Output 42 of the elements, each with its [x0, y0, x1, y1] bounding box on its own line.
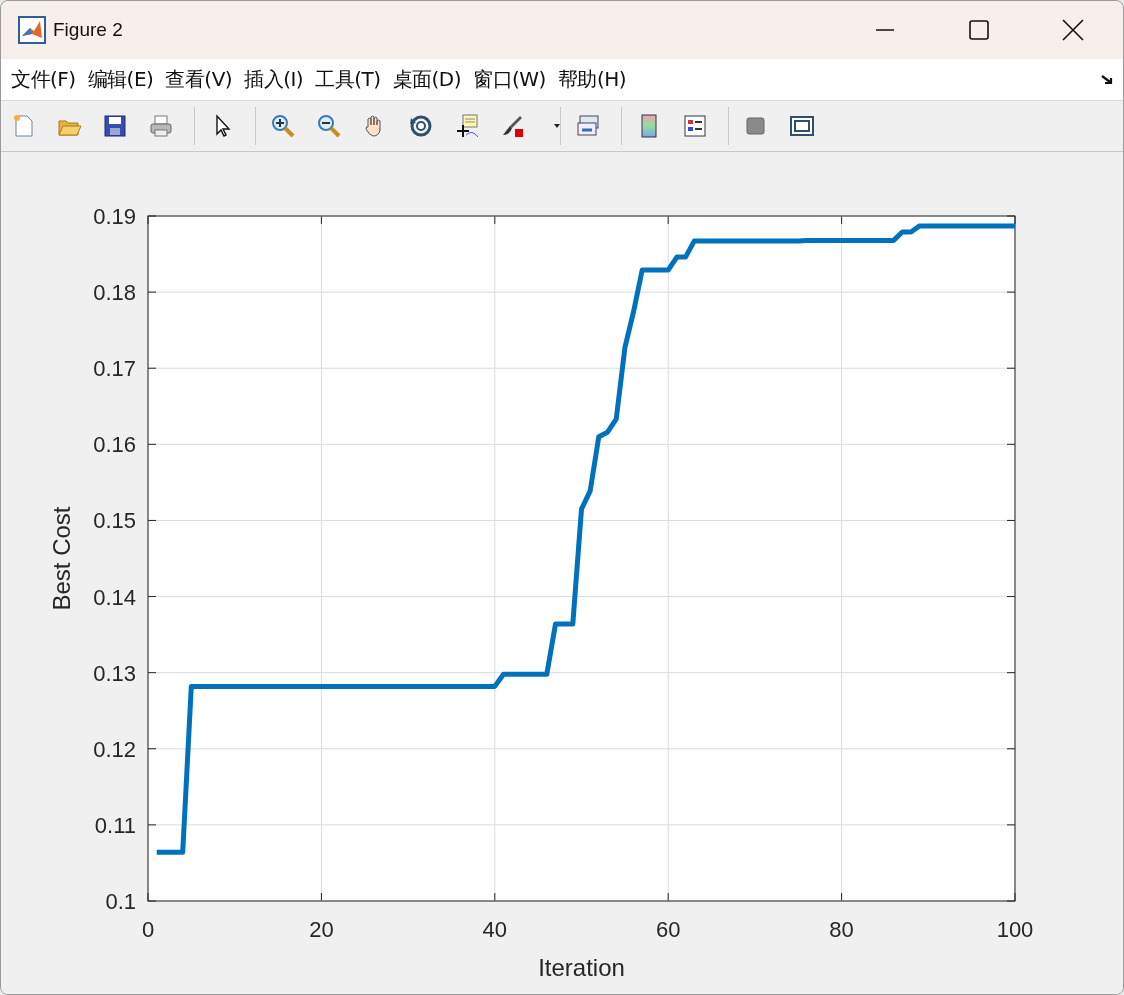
x-tick-label: 80 [829, 917, 854, 942]
menu-item[interactable]: 工具(T) [309, 66, 387, 93]
y-tick-label: 0.16 [93, 432, 136, 458]
save-icon[interactable] [102, 113, 128, 139]
y-tick-label: 0.18 [93, 280, 136, 306]
menu-item[interactable]: 桌面(D) [386, 66, 467, 93]
window-title: Figure 2 [53, 19, 124, 41]
menu-item[interactable]: 插入(I) [238, 66, 310, 93]
data-cursor-icon[interactable] [454, 113, 480, 139]
y-tick-label: 0.19 [93, 204, 136, 229]
window-icon[interactable] [789, 113, 815, 139]
y-tick-label: 0.12 [93, 736, 136, 762]
minimize-icon [875, 29, 895, 31]
link-icon[interactable] [575, 113, 601, 139]
y-tick-label: 0.1 [105, 889, 136, 914]
menu-item[interactable]: 帮助(H) [551, 66, 633, 93]
rotate-icon[interactable] [408, 113, 434, 139]
app-logo-icon [18, 16, 46, 44]
menu-item[interactable]: 编辑(E) [81, 66, 160, 93]
print-icon[interactable] [148, 113, 174, 139]
y-tick-label: 0.17 [93, 356, 136, 382]
menu-item[interactable]: 查看(V) [159, 66, 239, 93]
x-tick-label: 0 [141, 917, 155, 942]
x-tick-label: 40 [482, 917, 508, 942]
zoom-out-icon[interactable] [316, 113, 342, 139]
x-tick-label: 20 [309, 917, 334, 942]
y-tick-label: 0.15 [93, 508, 136, 534]
legend-icon[interactable] [682, 113, 708, 139]
y-axis-label: Best Cost [48, 506, 75, 611]
x-tick-label: 60 [655, 917, 681, 942]
y-tick-label: 0.11 [94, 812, 136, 838]
menu-item[interactable]: 窗口(W) [467, 66, 552, 93]
y-tick-label: 0.14 [93, 584, 136, 610]
brush-icon[interactable] [500, 113, 526, 139]
x-axis-label: Iteration [538, 954, 625, 981]
x-tick-label: 100 [996, 917, 1034, 942]
maximize-icon [969, 20, 989, 40]
dock-arrow-icon[interactable] [1101, 73, 1115, 86]
close-icon [1062, 19, 1084, 41]
zoom-in-icon[interactable] [270, 113, 296, 139]
y-tick-label: 0.13 [93, 660, 136, 686]
menu-item[interactable]: 文件(F) [5, 66, 82, 93]
